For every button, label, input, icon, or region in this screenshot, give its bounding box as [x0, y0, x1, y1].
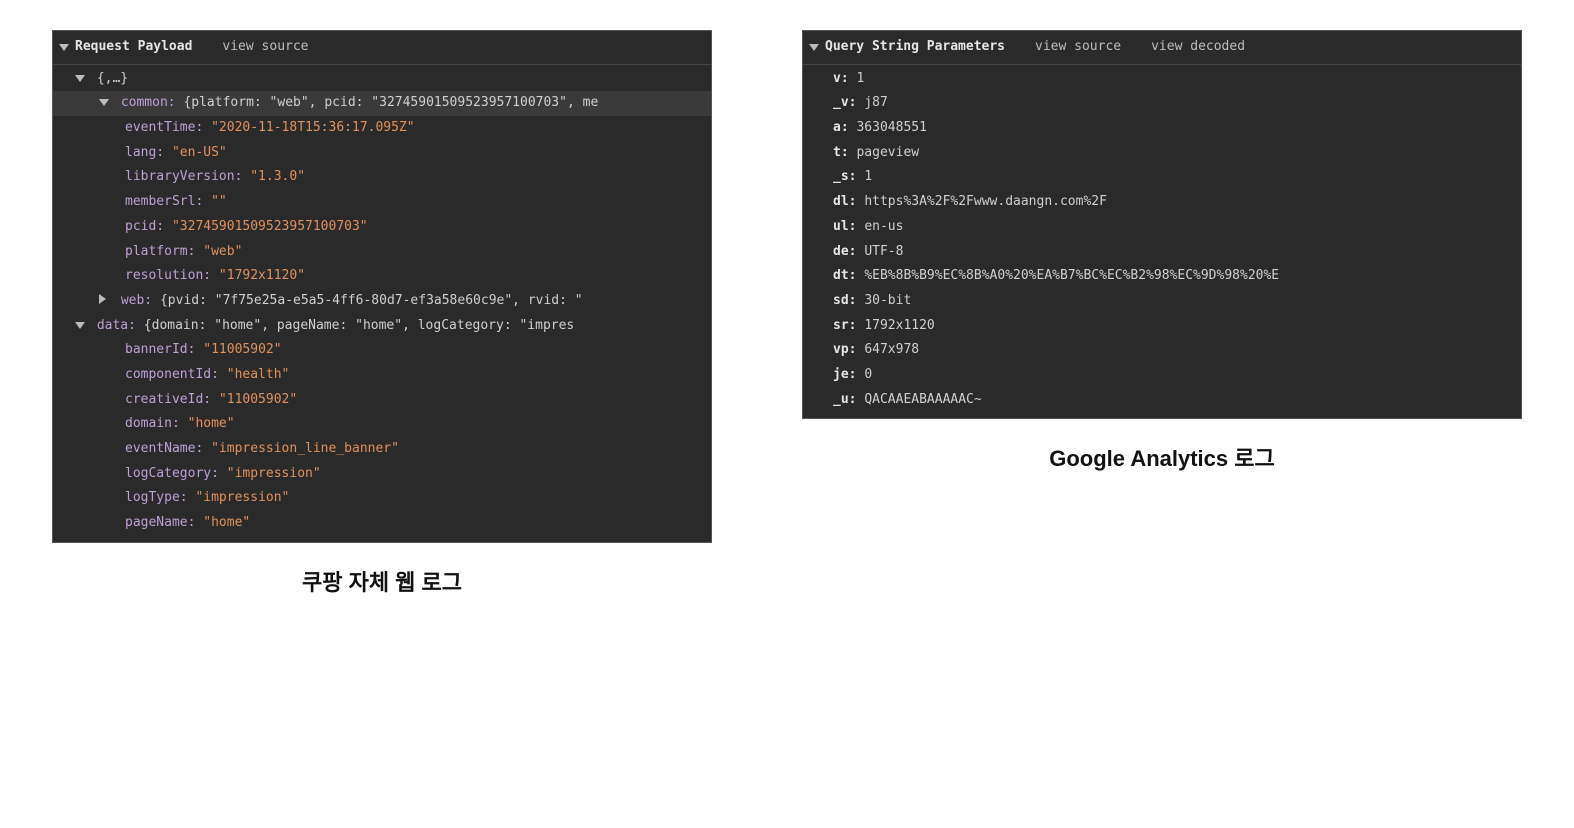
param-sd[interactable]: sd: 30-bit — [803, 289, 1521, 314]
param-sr[interactable]: sr: 1792x1120 — [803, 314, 1521, 339]
collapse-icon[interactable] — [809, 44, 819, 51]
web-object-row[interactable]: web: {pvid: "7f75e25a-e5a5-4ff6-80d7-ef3… — [53, 289, 711, 314]
field-memberSrl[interactable]: memberSrl: "" — [53, 190, 711, 215]
param-je[interactable]: je: 0 — [803, 363, 1521, 388]
query-string-panel: Query String Parameters view source view… — [802, 30, 1522, 419]
field-libraryVersion[interactable]: libraryVersion: "1.3.0" — [53, 165, 711, 190]
common-key: common: — [121, 95, 176, 110]
collapse-icon[interactable] — [59, 44, 69, 51]
view-decoded-link[interactable]: view decoded — [1151, 35, 1245, 60]
left-caption: 쿠팡 자체 웹 로그 — [302, 565, 462, 597]
param-_u[interactable]: _u: QACAAEABAAAAAC~ — [803, 388, 1521, 413]
request-payload-header: Request Payload view source — [53, 31, 711, 65]
request-payload-title-text: Request Payload — [75, 35, 192, 60]
root-brace: {,…} — [97, 71, 128, 86]
root-object-row[interactable]: {,…} — [53, 67, 711, 92]
param-de[interactable]: de: UTF-8 — [803, 240, 1521, 265]
query-string-header: Query String Parameters view source view… — [803, 31, 1521, 65]
query-string-title[interactable]: Query String Parameters — [809, 35, 1005, 60]
field-domain[interactable]: domain: "home" — [53, 412, 711, 437]
field-eventName[interactable]: eventName: "impression_line_banner" — [53, 437, 711, 462]
field-pcid[interactable]: pcid: "32745901509523957100703" — [53, 215, 711, 240]
data-object-row[interactable]: data: {domain: "home", pageName: "home",… — [53, 314, 711, 339]
param-v[interactable]: v: 1 — [803, 67, 1521, 92]
expand-icon[interactable] — [75, 75, 85, 82]
expand-icon[interactable] — [75, 322, 85, 329]
view-source-link[interactable]: view source — [222, 35, 308, 60]
view-source-link[interactable]: view source — [1035, 35, 1121, 60]
field-componentId[interactable]: componentId: "health" — [53, 363, 711, 388]
left-panel-wrap: Request Payload view source {,…} common:… — [52, 30, 712, 597]
field-resolution[interactable]: resolution: "1792x1120" — [53, 264, 711, 289]
field-bannerId[interactable]: bannerId: "11005902" — [53, 338, 711, 363]
param-dl[interactable]: dl: https%3A%2F%2Fwww.daangn.com%2F — [803, 190, 1521, 215]
param-_s[interactable]: _s: 1 — [803, 165, 1521, 190]
common-preview: {platform: "web", pcid: "327459015095239… — [183, 95, 598, 110]
field-eventTime[interactable]: eventTime: "2020-11-18T15:36:17.095Z" — [53, 116, 711, 141]
request-payload-title[interactable]: Request Payload — [59, 35, 192, 60]
field-lang[interactable]: lang: "en-US" — [53, 141, 711, 166]
field-logCategory[interactable]: logCategory: "impression" — [53, 462, 711, 487]
param-dt[interactable]: dt: %EB%8B%B9%EC%8B%A0%20%EA%B7%BC%EC%B2… — [803, 264, 1521, 289]
field-logType[interactable]: logType: "impression" — [53, 486, 711, 511]
common-object-row[interactable]: common: {platform: "web", pcid: "3274590… — [53, 91, 711, 116]
right-caption: Google Analytics 로그 — [1049, 441, 1274, 473]
field-platform[interactable]: platform: "web" — [53, 240, 711, 265]
params-list: v: 1 _v: j87 a: 363048551 t: pageview _s… — [803, 65, 1521, 419]
right-panel-wrap: Query String Parameters view source view… — [802, 30, 1522, 473]
request-payload-panel: Request Payload view source {,…} common:… — [52, 30, 712, 543]
param-a[interactable]: a: 363048551 — [803, 116, 1521, 141]
expand-icon[interactable] — [99, 99, 109, 106]
payload-tree: {,…} common: {platform: "web", pcid: "32… — [53, 65, 711, 542]
expand-icon[interactable] — [99, 294, 106, 304]
param-_v[interactable]: _v: j87 — [803, 91, 1521, 116]
field-pageName[interactable]: pageName: "home" — [53, 511, 711, 536]
param-t[interactable]: t: pageview — [803, 141, 1521, 166]
field-creativeId[interactable]: creativeId: "11005902" — [53, 388, 711, 413]
query-string-title-text: Query String Parameters — [825, 35, 1005, 60]
param-ul[interactable]: ul: en-us — [803, 215, 1521, 240]
param-vp[interactable]: vp: 647x978 — [803, 338, 1521, 363]
